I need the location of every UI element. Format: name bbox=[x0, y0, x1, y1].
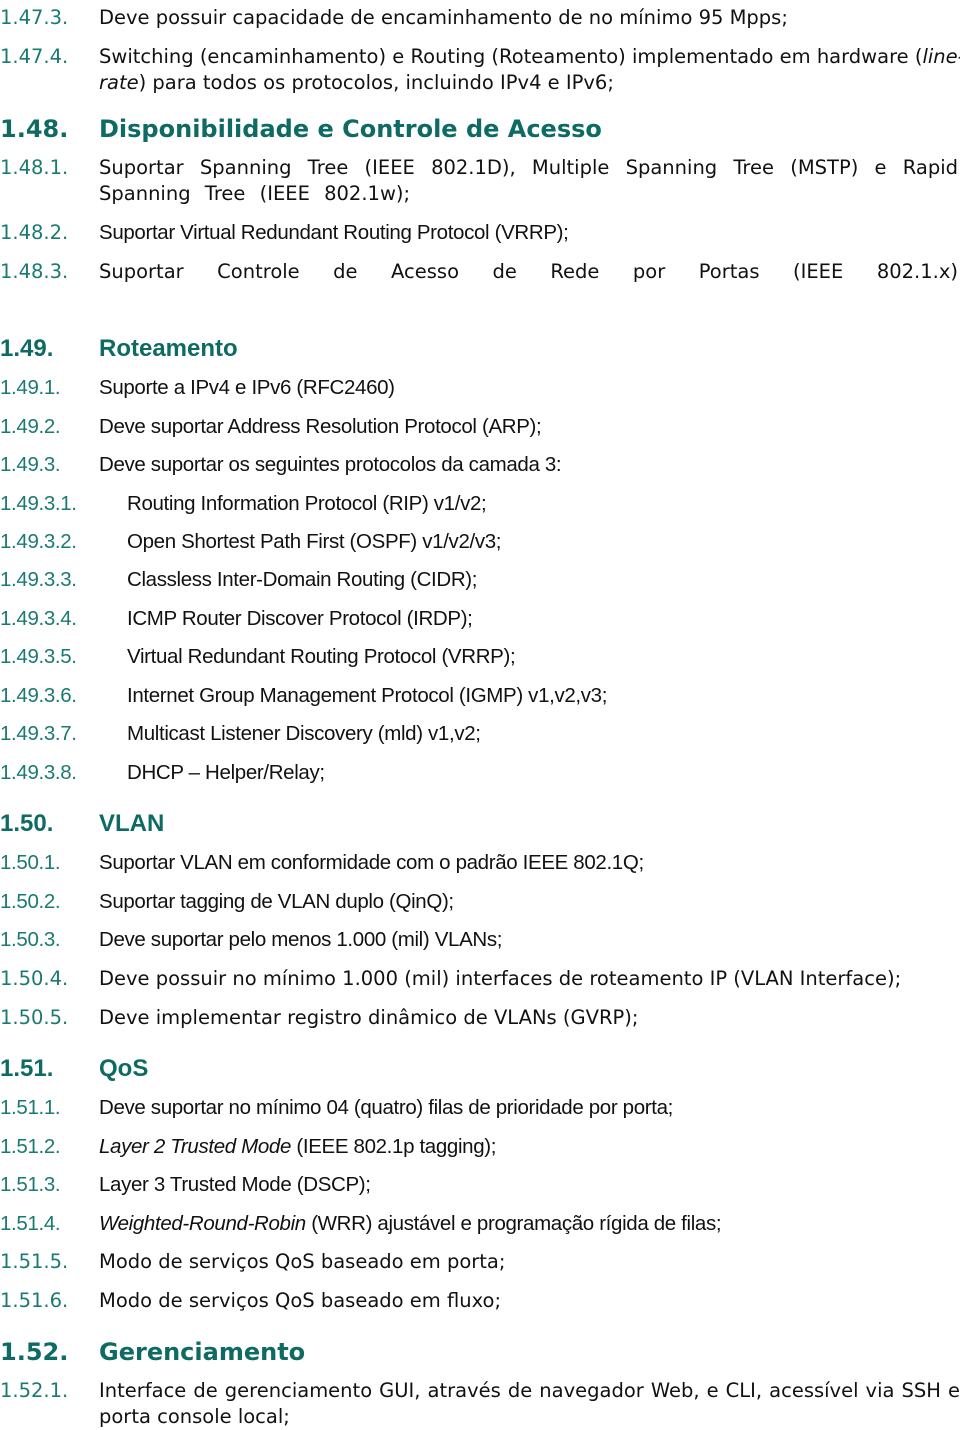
item-number: 1.51.4. bbox=[0, 1212, 61, 1235]
section-title: QoS bbox=[99, 1055, 149, 1082]
item-text-part: (WRR) ajustável e programação rígida de … bbox=[305, 1212, 722, 1235]
item-number: 1.50.1. bbox=[0, 851, 61, 874]
item-text-part: ) para todos os protocolos, incluindo IP… bbox=[138, 71, 614, 94]
item-number: 1.47.4. bbox=[0, 45, 69, 68]
item-text: Multicast Listener Discovery (mld) v1,v2… bbox=[127, 722, 481, 745]
item-text-part: Switching (encaminhamento) e Routing (Ro… bbox=[99, 45, 923, 68]
item-text: Modo de serviços QoS baseado em fluxo; bbox=[99, 1289, 502, 1312]
section-number: 1.49. bbox=[0, 335, 54, 362]
item-number: 1.49.3. bbox=[0, 453, 61, 476]
item-text: Internet Group Management Protocol (IGMP… bbox=[127, 684, 608, 707]
item-number: 1.50.4. bbox=[0, 967, 69, 990]
item-number: 1.49.3.4. bbox=[0, 607, 77, 630]
item-text: Suportar Spanning Tree (IEEE 802.1D), Mu… bbox=[99, 156, 958, 205]
item-text: Deve implementar registro dinâmico de VL… bbox=[99, 1006, 639, 1029]
item-text: Deve suportar no mínimo 04 (quatro) fila… bbox=[99, 1096, 673, 1119]
item-number: 1.48.3. bbox=[0, 260, 69, 283]
item-text-italic: rate bbox=[99, 71, 139, 94]
item-number: 1.52.1. bbox=[0, 1379, 69, 1402]
item-number: 1.49.3.2. bbox=[0, 530, 77, 553]
section-title: Disponibilidade e Controle de Acesso bbox=[99, 115, 602, 143]
item-text: Deve suportar pelo menos 1.000 (mil) VLA… bbox=[99, 928, 503, 951]
item-text-part: (IEEE 802.1p tagging); bbox=[291, 1135, 497, 1158]
item-text: Deve suportar Address Resolution Protoco… bbox=[99, 415, 542, 438]
item-number: 1.49.3.7. bbox=[0, 722, 77, 745]
item-number: 1.49.1. bbox=[0, 376, 61, 399]
item-text: Switching (encaminhamento) e Routing (Ro… bbox=[99, 44, 960, 96]
item-number: 1.49.3.6. bbox=[0, 684, 77, 707]
item-text: Suporte a IPv4 e IPv6 (RFC2460) bbox=[99, 376, 395, 399]
item-number: 1.50.2. bbox=[0, 890, 61, 913]
item-text: Deve suportar os seguintes protocolos da… bbox=[99, 453, 562, 476]
item-text: Interface de gerenciamento GUI, através … bbox=[99, 1379, 960, 1428]
item-number: 1.51.6. bbox=[0, 1289, 69, 1312]
item-number: 1.51.2. bbox=[0, 1135, 61, 1158]
item-number: 1.47.3. bbox=[0, 6, 69, 29]
item-number: 1.50.3. bbox=[0, 928, 61, 951]
item-text: Layer 3 Trusted Mode (DSCP); bbox=[99, 1173, 371, 1196]
item-text: Modo de serviços QoS baseado em porta; bbox=[99, 1250, 506, 1273]
item-number: 1.49.3.3. bbox=[0, 568, 77, 591]
item-number: 1.48.1. bbox=[0, 156, 69, 179]
item-text: Deve possuir no mínimo 1.000 (mil) inter… bbox=[99, 967, 902, 990]
item-number: 1.49.3.8. bbox=[0, 761, 77, 784]
item-text: Layer 2 Trusted Mode (IEEE 802.1p taggin… bbox=[99, 1134, 958, 1160]
section-number: 1.51. bbox=[0, 1055, 54, 1082]
item-text: Suportar tagging de VLAN duplo (QinQ); bbox=[99, 890, 454, 913]
item-text-italic: line- bbox=[922, 45, 960, 68]
item-text: DHCP – Helper/Relay; bbox=[127, 761, 325, 784]
item-number: 1.48.2. bbox=[0, 221, 69, 244]
item-text: Weighted-Round-Robin (WRR) ajustável e p… bbox=[99, 1211, 958, 1237]
item-number: 1.51.1. bbox=[0, 1096, 61, 1119]
section-number: 1.48. bbox=[0, 115, 69, 143]
item-text: Classless Inter-Domain Routing (CIDR); bbox=[127, 568, 478, 591]
item-number: 1.51.3. bbox=[0, 1173, 61, 1196]
item-number: 1.51.5. bbox=[0, 1250, 69, 1273]
section-title: Gerenciamento bbox=[99, 1338, 306, 1366]
section-number: 1.50. bbox=[0, 810, 54, 837]
section-title: Roteamento bbox=[99, 335, 238, 362]
item-number: 1.49.2. bbox=[0, 415, 61, 438]
item-number: 1.50.5. bbox=[0, 1006, 69, 1029]
item-text: Open Shortest Path First (OSPF) v1/v2/v3… bbox=[127, 530, 502, 553]
item-text: Suportar VLAN em conformidade com o padr… bbox=[99, 851, 644, 874]
item-number: 1.49.3.1. bbox=[0, 492, 77, 515]
item-text: Suportar Controle de Acesso de Rede por … bbox=[99, 260, 958, 283]
item-text: Deve possuir capacidade de encaminhament… bbox=[99, 6, 788, 29]
item-text: Suportar Virtual Redundant Routing Proto… bbox=[99, 221, 569, 244]
item-number: 1.49.3.5. bbox=[0, 645, 77, 668]
item-text: Virtual Redundant Routing Protocol (VRRP… bbox=[127, 645, 516, 668]
item-text-italic: Weighted-Round-Robin bbox=[99, 1212, 306, 1235]
item-text-italic: Layer 2 Trusted Mode bbox=[99, 1135, 292, 1158]
section-number: 1.52. bbox=[0, 1338, 69, 1366]
item-text: ICMP Router Discover Protocol (IRDP); bbox=[127, 607, 473, 630]
item-text: Routing Information Protocol (RIP) v1/v2… bbox=[127, 492, 487, 515]
section-title: VLAN bbox=[99, 810, 165, 837]
